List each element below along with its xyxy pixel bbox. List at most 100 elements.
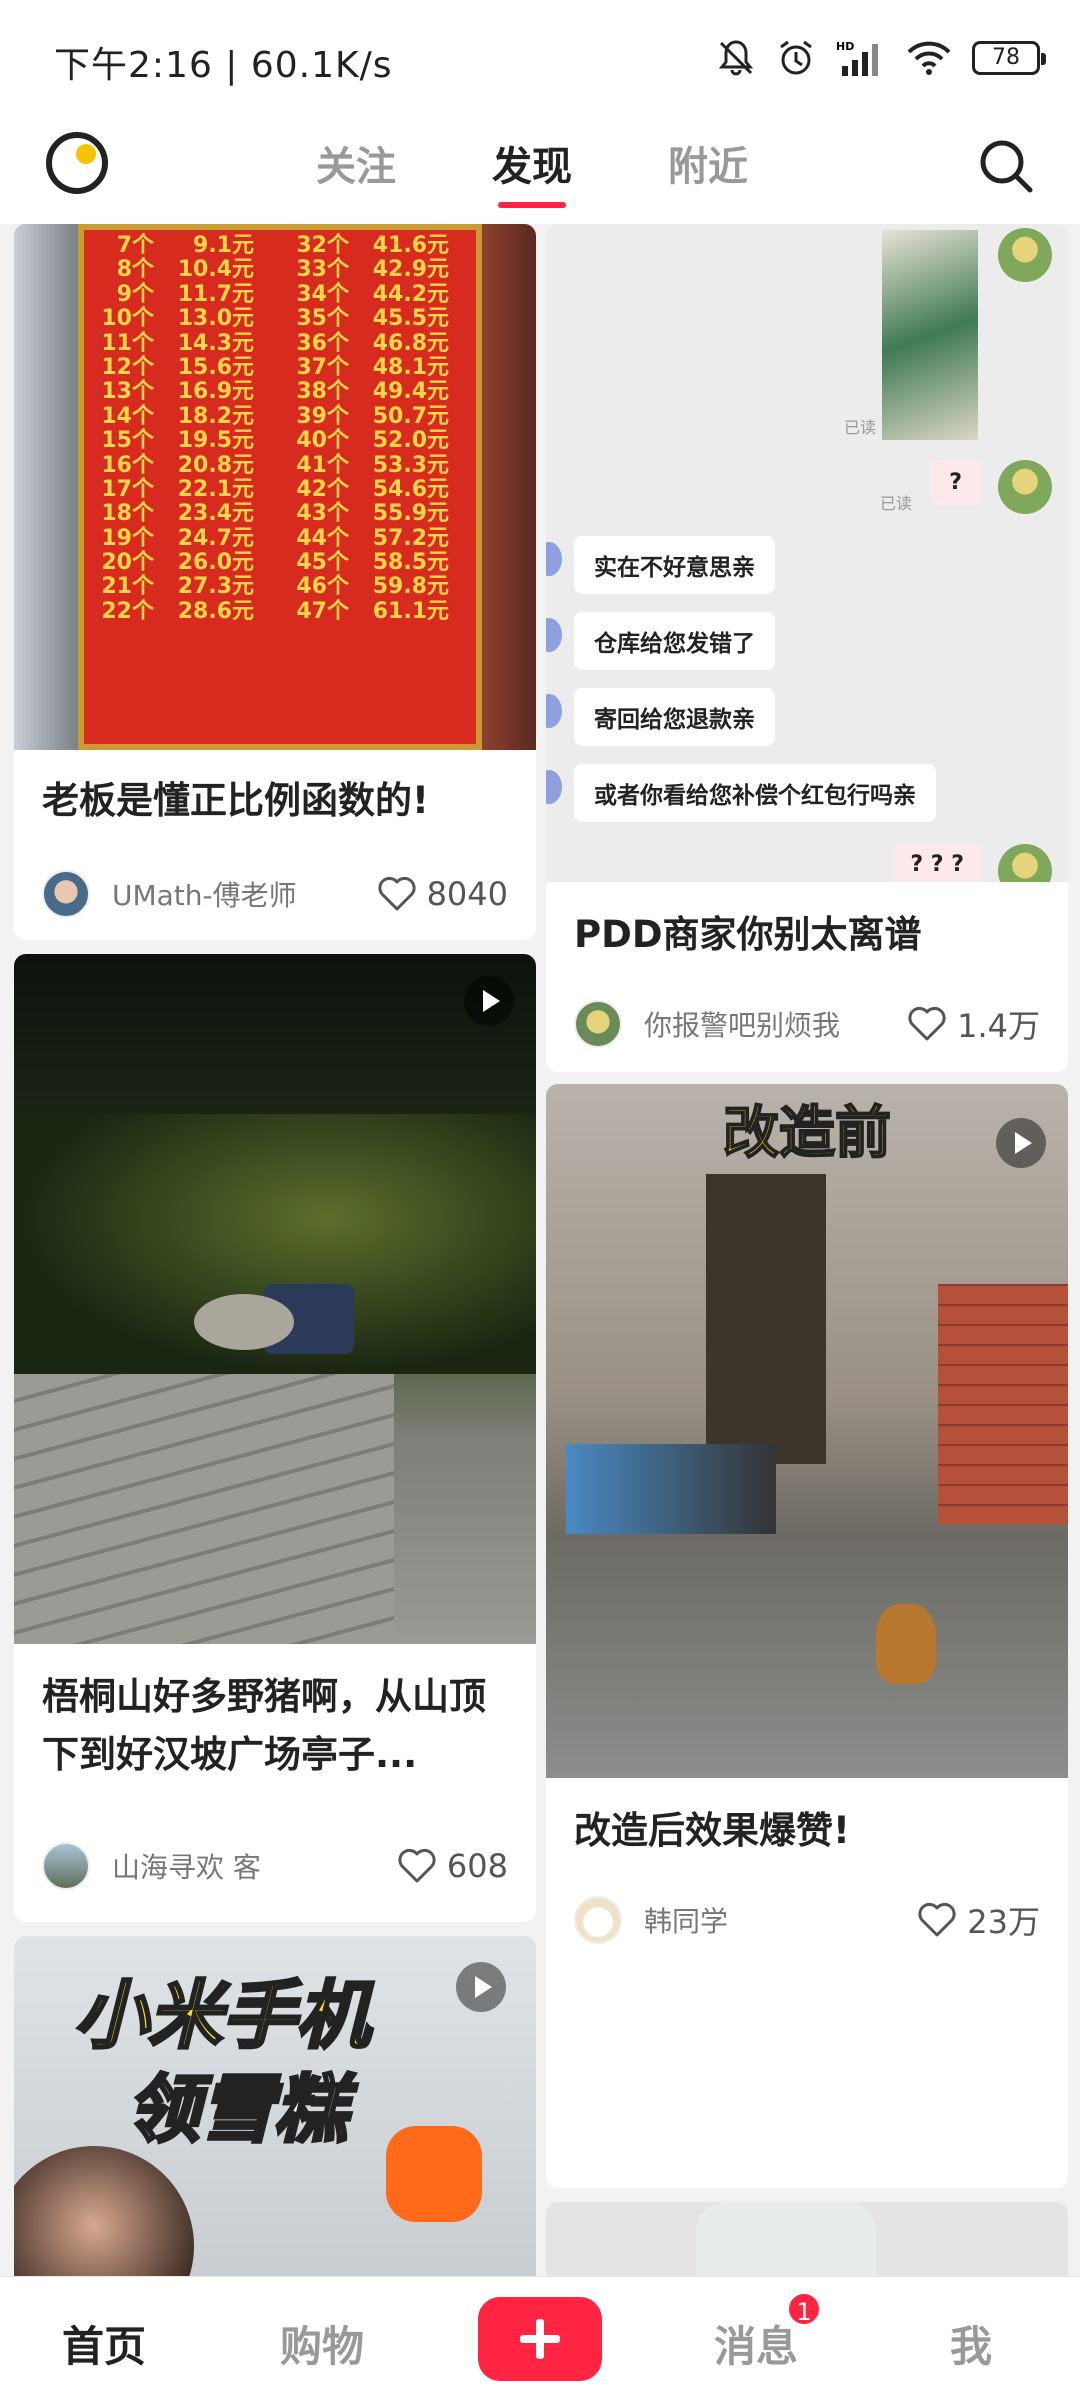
chat-avatar [998,844,1052,882]
author-name[interactable]: 你报警吧别烦我 [644,1004,907,1044]
image-left-edge [14,224,78,750]
price-cell: 10.4元 [177,257,254,283]
fan-photo [882,230,978,440]
price-cell: 40个 [296,428,349,454]
like-count: 23万 [967,1903,1040,1941]
price-row: 21个 27.3元 46个 59.8元 [84,575,476,599]
logo-dot [76,144,96,164]
price-cell: 45个 [296,550,349,576]
price-cell: 24.7元 [177,525,254,551]
price-cell: 44.2元 [372,281,449,307]
author-name[interactable]: UMath-傅老师 [112,874,377,914]
status-bar: 下午2:16 | 60.1K/s HD 78 [0,0,1080,120]
price-cell: 49.4元 [372,379,449,405]
avatar[interactable] [574,1896,622,1944]
card-title: 改造后效果爆赞! [574,1809,850,1852]
tab-discover-label: 发现 [492,144,572,190]
top-nav: 关注 发现 附近 [0,120,1080,224]
nav-messages[interactable]: 消息 [714,2313,798,2374]
like-button[interactable]: 23万 [917,1897,1040,1943]
price-cell: 59.8元 [372,574,449,600]
status-icons: HD 78 [716,38,1046,78]
tab-following[interactable]: 关注 [316,134,396,192]
card-meta: 你报警吧别烦我 1.4万 [546,982,1068,1066]
nav-home[interactable]: 首页 [62,2313,146,2374]
publish-button[interactable] [478,2297,602,2381]
tab-discover[interactable]: 发现 [492,134,572,208]
price-cell: 18.2元 [177,403,254,429]
feed-card-xiaomi[interactable]: 小米手机 领雪糕 [14,1936,536,2276]
price-cell: 14.3元 [177,330,254,356]
price-cell: 50.7元 [372,403,449,429]
chat-message: 仓库给您发错了 [574,612,775,670]
price-row: 16个 20.8元 41个 53.3元 [84,452,476,478]
avatar[interactable] [42,870,90,918]
price-cell: 43个 [296,501,349,527]
author-name[interactable]: 山海寻欢 客 [112,1846,397,1886]
feed-card-price-table[interactable]: 7个 9.1元 32个 41.6元 8个 10.4元 33个 42.9元 9个 11.7元 34个 4… [14,224,536,940]
nav-shop[interactable]: 购物 [280,2313,364,2374]
like-count: 608 [446,1847,508,1885]
mute-icon [718,40,754,76]
price-cell: 19.5元 [177,428,254,454]
price-cell: 54.6元 [372,476,449,502]
price-cell: 14个 [101,403,154,429]
price-cell: 11个 [101,330,154,356]
price-cell: 8个 [116,257,154,283]
price-cell: 10个 [101,306,154,332]
chat-avatar [546,770,562,804]
tab-nearby[interactable]: 附近 [668,134,748,192]
feed-card-icecream[interactable] [546,2202,1068,2276]
search-icon[interactable] [978,138,1034,194]
price-cell: 23.4元 [177,501,254,527]
price-cell: 36个 [296,330,349,356]
stairs [14,1374,394,1644]
card-title: 老板是懂正比例函数的! [42,779,429,822]
avatar[interactable] [574,1000,622,1048]
price-cell: 26.0元 [177,550,254,576]
price-cell: 41.6元 [372,233,449,258]
card-meta: 韩同学 23万 [546,1878,1068,1962]
price-cell: 41个 [296,452,349,478]
price-cell: 61.1元 [372,598,449,624]
price-cell: 37个 [296,354,349,380]
overlay-text: 改造前 [722,1100,892,1167]
price-cell: 38个 [296,379,349,405]
active-tab-indicator [498,202,566,208]
price-cell: 20个 [101,550,154,576]
feed-card-wild-boar[interactable]: 梧桐山好多野猪啊，从山顶下到好汉坡广场亭子... 山海寻欢 客 608 [14,954,536,1922]
price-cell: 58.5元 [372,550,449,576]
chat-question: ? [931,460,980,505]
like-button[interactable]: 1.4万 [907,1001,1040,1047]
card-image-xiaomi: 小米手机 领雪糕 [14,1936,536,2276]
chat-avatar [998,228,1052,282]
price-cell: 48.1元 [372,354,449,380]
feed-card-chat[interactable]: 已读 ? 已读 实在不好意思亲 仓库给您发错了 寄回给您退款亲 或者你看给您补偿… [546,224,1068,1072]
author-name[interactable]: 韩同学 [644,1900,917,1940]
feed-card-renovation[interactable]: 改造前 改造后效果爆赞! 韩同学 23万 [546,1084,1068,2188]
price-cell: 42个 [296,476,349,502]
price-cell: 55.9元 [372,501,449,527]
heart-icon [378,876,416,911]
chat-avatar [546,694,562,728]
nav-me[interactable]: 我 [950,2313,992,2374]
like-button[interactable]: 608 [397,1847,508,1885]
price-row: 9个 11.7元 34个 44.2元 [84,281,476,307]
price-cell: 20.8元 [177,452,254,478]
price-cell: 57.2元 [372,525,449,551]
mi-logo-icon [386,2126,482,2222]
price-row: 14个 18.2元 39个 50.7元 [84,403,476,429]
price-cell: 9.1元 [193,233,254,258]
like-button[interactable]: 8040 [377,875,508,913]
price-cell: 13个 [101,379,154,405]
debris [566,1444,776,1534]
price-cell: 15.6元 [177,354,254,380]
avatar[interactable] [42,1842,90,1890]
play-icon [996,1118,1046,1168]
price-cell: 35个 [296,306,349,332]
price-row: 7个 9.1元 32个 41.6元 [84,233,476,258]
message-badge: 1 [786,2291,822,2327]
signal-icon: HD [836,40,878,76]
price-row: 15个 19.5元 40个 52.0元 [84,428,476,454]
app-logo-icon[interactable] [46,132,108,194]
